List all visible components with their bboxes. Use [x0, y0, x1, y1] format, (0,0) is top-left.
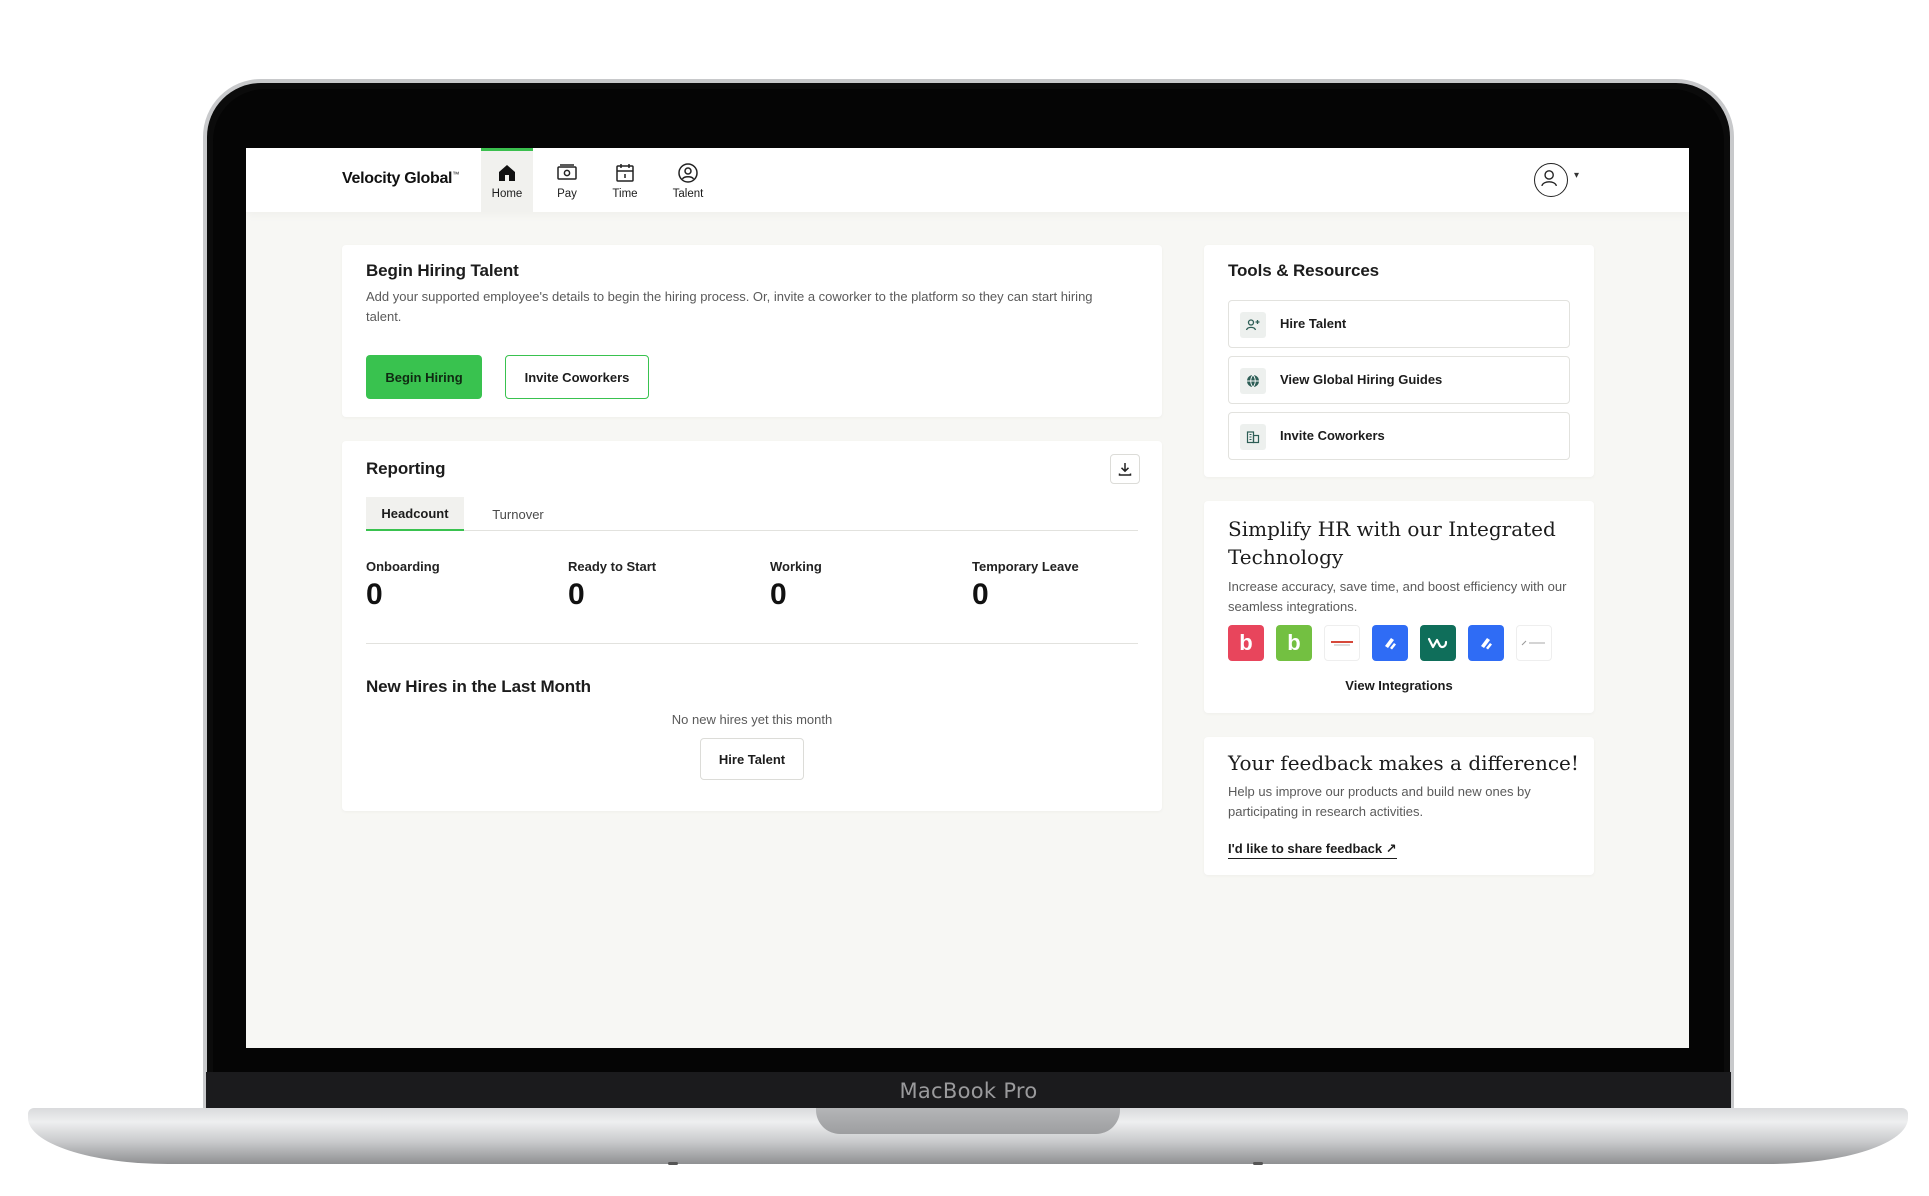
nav-item-time[interactable]: Time [599, 148, 651, 212]
jira-blue-icon-2[interactable] [1468, 625, 1504, 661]
profile-avatar-button[interactable] [1534, 163, 1568, 197]
lever-icon[interactable] [1516, 625, 1552, 661]
new-hires-title: New Hires in the Last Month [366, 677, 591, 696]
feedback-card: Your feedback makes a difference! Help u… [1204, 737, 1594, 875]
tool-hire-talent[interactable]: Hire Talent [1228, 300, 1570, 348]
jira-blue-icon[interactable] [1372, 625, 1408, 661]
money-icon [557, 164, 577, 180]
begin-hiring-button[interactable]: Begin Hiring [366, 355, 482, 399]
share-feedback-link[interactable]: I'd like to share feedback ↗ [1228, 841, 1397, 859]
laptop-chin: MacBook Pro [206, 1072, 1731, 1109]
feedback-description: Help us improve our products and build n… [1228, 784, 1531, 819]
avatar-icon [1541, 170, 1558, 187]
hiring-description: Add your supported employee's details to… [366, 289, 1093, 324]
feedback-title: Your feedback makes a difference! [1228, 751, 1579, 775]
chevron-down-icon[interactable]: ▾ [1574, 170, 1579, 181]
stat-temporary-leave: Temporary Leave 0 [972, 559, 1079, 611]
card-title: Tools & Resources [1228, 261, 1380, 280]
top-navigation: Velocity Global™ Home Pay Time Talent ▾ [246, 148, 1689, 212]
workable-w-icon[interactable] [1420, 625, 1456, 661]
integrations-title-line2: Technology [1228, 545, 1344, 569]
tab-headcount[interactable]: Headcount [366, 497, 464, 531]
nav-item-talent[interactable]: Talent [662, 148, 714, 212]
report-tabs: Headcount Turnover [366, 497, 1138, 531]
tool-global-hiring-guides[interactable]: View Global Hiring Guides [1228, 356, 1570, 404]
oracle-icon[interactable] [1324, 625, 1360, 661]
brand-logo[interactable]: Velocity Global™ [342, 170, 459, 188]
divider [366, 643, 1138, 644]
home-icon [499, 165, 515, 181]
tool-invite-coworkers[interactable]: Invite Coworkers [1228, 412, 1570, 460]
integrations-description: Increase accuracy, save time, and boost … [1228, 579, 1567, 614]
stat-ready-to-start: Ready to Start 0 [568, 559, 657, 611]
integrations-card: Simplify HR with our Integrated Technolo… [1204, 501, 1594, 713]
person-icon [678, 163, 698, 183]
globe-icon [1240, 368, 1266, 394]
hire-talent-button[interactable]: Hire Talent [700, 738, 804, 780]
bamboo-leaf-icon[interactable]: b [1276, 625, 1312, 661]
add-person-icon [1240, 312, 1266, 338]
nav-item-home[interactable]: Home [481, 148, 533, 212]
card-title: Reporting [366, 459, 446, 478]
download-button[interactable] [1110, 454, 1140, 484]
app-screen: Velocity Global™ Home Pay Time Talent ▾ … [246, 148, 1689, 1048]
tab-turnover[interactable]: Turnover [482, 497, 554, 531]
device-label: MacBook Pro [899, 1079, 1038, 1103]
laptop-notch [816, 1108, 1120, 1134]
bamboohr-b-icon[interactable]: b [1228, 625, 1264, 661]
empty-state-message: No new hires yet this month [671, 712, 833, 727]
view-integrations-link[interactable]: View Integrations [1204, 678, 1594, 693]
stat-onboarding: Onboarding 0 [366, 559, 440, 611]
begin-hiring-card: Begin Hiring Talent Add your supported e… [342, 245, 1162, 417]
tools-resources-card: Tools & Resources Hire Talent View Globa… [1204, 245, 1594, 477]
building-icon [1240, 424, 1266, 450]
invite-coworkers-button[interactable]: Invite Coworkers [505, 355, 649, 399]
download-icon [1118, 463, 1132, 476]
integrations-title-line1: Simplify HR with our Integrated [1228, 517, 1556, 541]
nav-item-pay[interactable]: Pay [541, 148, 593, 212]
stat-working: Working 0 [770, 559, 822, 611]
card-title: Begin Hiring Talent [366, 261, 519, 280]
reporting-card: Reporting Headcount Turnover Onboarding … [342, 441, 1162, 811]
calendar-icon [616, 164, 634, 182]
